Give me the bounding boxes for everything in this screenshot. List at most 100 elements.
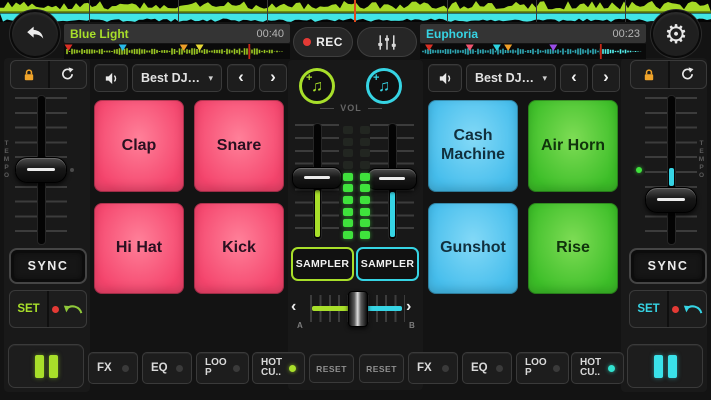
load-sample-a-button[interactable]: + ♫ (299, 68, 335, 104)
sync-b-button[interactable]: SYNC (629, 248, 707, 284)
set-cue-b-button[interactable]: SET (630, 291, 667, 327)
chevron-right-icon: › (603, 67, 609, 87)
bank-prev-a-button[interactable]: ‹ (227, 64, 255, 92)
crossfader-right-arrow[interactable]: › (406, 299, 411, 315)
sampler-b-button[interactable]: SAMPLER (356, 247, 419, 281)
dj-mixer-app: Blue Light 00:40 REC Euphoria 00:23 ⚙ (0, 0, 711, 400)
led (343, 208, 353, 216)
led (343, 138, 353, 146)
led (343, 173, 353, 181)
undo-arrow-icon (63, 302, 83, 316)
hot-cue-b-label: HOT CU.. (580, 358, 608, 379)
mixer-panel-button[interactable] (357, 27, 417, 57)
undo-cue-b-button[interactable] (667, 291, 706, 327)
bank-next-b-button[interactable]: › (592, 64, 620, 92)
loop-a-button[interactable]: LOO P (196, 352, 249, 384)
back-icon (24, 23, 46, 45)
reset-a-button[interactable]: RESET (309, 354, 354, 383)
status-dot (122, 365, 129, 372)
tempo-reset-b-button[interactable] (668, 61, 707, 88)
set-cue-a-button[interactable]: SET (10, 291, 47, 327)
tempo-reset-a-button[interactable] (48, 61, 87, 88)
led (343, 184, 353, 192)
bank-next-a-button[interactable]: › (259, 64, 287, 92)
vol-b-slider (367, 123, 417, 240)
vol-a-slider (292, 123, 342, 240)
pad-air-horn[interactable]: Air Horn (528, 100, 618, 192)
bank-prev-b-button[interactable]: ‹ (560, 64, 588, 92)
sync-a-button[interactable]: SYNC (9, 248, 87, 284)
pad-cash-machine[interactable]: Cash Machine (428, 100, 518, 192)
pad-hihat[interactable]: Hi Hat (94, 203, 184, 295)
loop-b-button[interactable]: LOO P (516, 352, 569, 384)
vol-a-handle[interactable] (292, 167, 342, 189)
monitor-a-button[interactable] (94, 64, 128, 92)
hot-cue-a-button[interactable]: HOT CU.. (252, 352, 305, 384)
pad-gunshot[interactable]: Gunshot (428, 203, 518, 295)
sample-bank-b-dropdown[interactable]: Best DJ… ▾ (466, 64, 556, 92)
crossfader-left-arrow[interactable]: ‹ (291, 299, 296, 315)
settings-button[interactable]: ⚙ (651, 10, 701, 58)
eq-b-label: EQ (471, 362, 488, 374)
deck-waveform-strip[interactable] (0, 0, 711, 22)
undo-arrow-icon (683, 302, 703, 316)
rec-dot-icon (303, 38, 311, 46)
hot-cue-b-button[interactable]: HOT CU.. (571, 352, 624, 384)
rec-label: REC (316, 35, 343, 49)
tempo-b-handle[interactable] (645, 187, 697, 213)
eq-b-button[interactable]: EQ (462, 352, 512, 384)
led (360, 184, 370, 192)
deck-a-trackbar: Blue Light 00:40 (64, 24, 290, 43)
status-dot (442, 365, 449, 372)
sample-bank-a-dropdown[interactable]: Best DJ… ▾ (132, 64, 222, 92)
vol-b-handle[interactable] (367, 168, 417, 190)
keylock-a-button[interactable] (11, 61, 48, 88)
keylock-b-button[interactable] (631, 61, 668, 88)
tempo-b-indicator-dot (636, 167, 642, 173)
tempo-a-slider (15, 95, 67, 245)
reset-b-button[interactable]: RESET (359, 354, 404, 383)
chevron-left-icon: ‹ (571, 67, 577, 87)
cue-dot-icon (672, 306, 679, 313)
monitor-b-button[interactable] (428, 64, 462, 92)
deck-b-trackbar: Euphoria 00:23 (420, 24, 646, 43)
pause-icon (654, 355, 663, 378)
crossfader (310, 291, 405, 327)
rec-button[interactable]: REC (293, 27, 353, 57)
pad-kick[interactable]: Kick (194, 203, 284, 295)
pad-clap[interactable]: Clap (94, 100, 184, 192)
fx-a-button[interactable]: FX (88, 352, 138, 384)
lock-icon (642, 68, 656, 82)
music-note-icon: ♫ (311, 78, 323, 96)
deck-b-overview[interactable] (420, 44, 646, 59)
set-b-label: SET (637, 303, 659, 315)
tempo-a-handle[interactable] (15, 157, 67, 183)
led (360, 149, 370, 157)
led (360, 219, 370, 227)
pause-icon (35, 355, 44, 378)
eq-a-label: EQ (151, 362, 168, 374)
sampler-a-button[interactable]: SAMPLER (291, 247, 354, 281)
led (360, 196, 370, 204)
fx-b-label: FX (417, 362, 432, 374)
deck-a-overview[interactable] (64, 44, 290, 59)
led (343, 219, 353, 227)
led (343, 126, 353, 134)
sampler-b-label: SAMPLER (361, 258, 414, 270)
eq-a-button[interactable]: EQ (142, 352, 192, 384)
play-pause-a-button[interactable] (8, 344, 84, 388)
pad-snare[interactable]: Snare (194, 100, 284, 192)
reset-circular-arrow-icon (680, 67, 695, 82)
pad-rise[interactable]: Rise (528, 203, 618, 295)
deck-b-title: Euphoria (426, 27, 612, 41)
fx-b-button[interactable]: FX (408, 352, 458, 384)
sample-bank-b-label: Best DJ… (475, 71, 534, 85)
crossfader-handle[interactable] (348, 291, 368, 327)
load-sample-b-button[interactable]: + ♫ (366, 68, 402, 104)
play-pause-b-button[interactable] (627, 344, 703, 388)
back-button[interactable] (10, 10, 60, 58)
led (360, 138, 370, 146)
undo-cue-a-button[interactable] (47, 291, 86, 327)
pause-icon (49, 355, 58, 378)
deck-b-pads: Cash Machine Air Horn Gunshot Rise (428, 100, 618, 294)
